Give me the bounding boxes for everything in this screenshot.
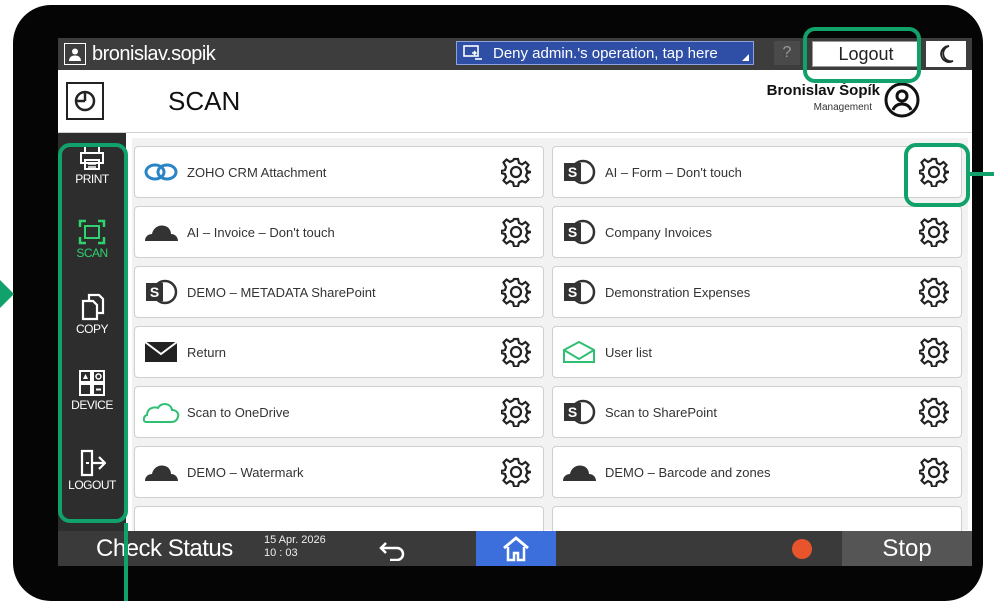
gear-icon[interactable] — [499, 215, 533, 249]
workflow-name: AI – Form – Don't touch — [605, 164, 742, 180]
app-home-icon[interactable] — [66, 82, 104, 120]
workflow-name: DEMO – Watermark — [187, 464, 304, 480]
logout-highlight — [803, 27, 921, 83]
sidebar-pointer-arrow-icon — [0, 280, 14, 308]
remote-screen-icon — [463, 45, 482, 60]
home-icon — [503, 535, 529, 561]
bottom-bar: Check Status 15 Apr. 2026 10 : 03 Stop — [58, 531, 972, 566]
workflow-name: ZOHO CRM Attachment — [187, 164, 327, 180]
gear-icon[interactable] — [499, 455, 533, 489]
time-text: 10 : 03 — [264, 547, 298, 559]
sharepoint-icon: S — [559, 397, 599, 427]
workflow-card[interactable]: S Demonstration Expenses — [552, 266, 962, 318]
sharepoint-icon: S — [559, 277, 599, 307]
workflow-card[interactable]: DEMO – Barcode and zones — [552, 446, 962, 498]
workflow-name: DEMO – METADATA SharePoint — [187, 284, 376, 300]
cloud-icon — [141, 457, 181, 487]
workflow-card[interactable]: User list — [552, 326, 962, 378]
sidebar-pointer-line — [124, 523, 128, 601]
workflow-card[interactable]: ZOHO CRM Attachment — [134, 146, 544, 198]
workflow-card[interactable]: DEMO – Watermark — [134, 446, 544, 498]
gear-pointer-line — [968, 172, 994, 176]
workflow-name: Scan to SharePoint — [605, 404, 718, 420]
deny-admin-operation-button[interactable]: Deny admin.'s operation, tap here — [456, 41, 754, 65]
back-arrow-icon — [379, 542, 405, 562]
cloud-icon — [141, 217, 181, 247]
date-text: 15 Apr. 2026 — [264, 534, 326, 546]
svg-text:S: S — [150, 284, 159, 300]
user-icon — [64, 43, 86, 65]
gear-icon[interactable] — [917, 395, 951, 429]
gear-icon[interactable] — [917, 275, 951, 309]
moon-icon — [940, 45, 954, 63]
workflow-card[interactable]: S Company Invoices — [552, 206, 962, 258]
avatar-icon — [884, 82, 920, 118]
date-time: 15 Apr. 2026 10 : 03 — [264, 534, 326, 560]
workflow-card[interactable]: Scan to OneDrive — [134, 386, 544, 438]
gear-highlight — [904, 143, 970, 207]
account-name: Bronislav Šopík — [766, 82, 880, 99]
workflow-name: Scan to OneDrive — [187, 404, 290, 420]
envelope-icon — [141, 337, 181, 367]
workflow-name: AI – Invoice – Don't touch — [187, 224, 335, 240]
account-role: Management — [813, 102, 872, 113]
envelope-icon — [559, 337, 599, 367]
gear-icon[interactable] — [499, 395, 533, 429]
svg-text:S: S — [568, 284, 577, 300]
stop-icon — [792, 539, 812, 559]
sharepoint-icon: S — [559, 157, 599, 187]
account-avatar[interactable] — [884, 82, 920, 118]
workflow-name: Company Invoices — [605, 224, 712, 240]
user-name: bronislav.sopik — [92, 42, 216, 65]
sidebar-highlight — [58, 143, 128, 523]
stop-button[interactable]: Stop — [842, 531, 972, 566]
workflow-grid: ZOHO CRM Attachment AI – Invoice – Don't… — [132, 138, 968, 536]
workflow-name: DEMO – Barcode and zones — [605, 464, 771, 480]
user-chip[interactable]: bronislav.sopik — [64, 42, 216, 66]
help-button[interactable]: ? — [774, 41, 800, 65]
home-button[interactable] — [476, 531, 556, 566]
corner-marker-icon — [742, 54, 749, 61]
gear-icon[interactable] — [917, 455, 951, 489]
onedrive-icon — [141, 397, 181, 427]
page-title: SCAN — [168, 86, 241, 116]
printer-screen: bronislav.sopik Deny admin.'s operation,… — [58, 38, 972, 566]
gear-icon[interactable] — [499, 335, 533, 369]
cloud-icon — [559, 457, 599, 487]
workflow-card[interactable]: S AI – Form – Don't touch — [552, 146, 962, 198]
zoho-icon — [141, 157, 181, 187]
svg-text:S: S — [568, 164, 577, 180]
workflow-card[interactable]: S Scan to SharePoint — [552, 386, 962, 438]
workflow-name: User list — [605, 344, 652, 360]
svg-text:S: S — [568, 404, 577, 420]
workflow-card[interactable]: Return — [134, 326, 544, 378]
svg-text:S: S — [568, 224, 577, 240]
workflow-name: Return — [187, 344, 227, 360]
sharepoint-icon: S — [559, 217, 599, 247]
workflow-card[interactable]: AI – Invoice – Don't touch — [134, 206, 544, 258]
gear-icon[interactable] — [499, 275, 533, 309]
back-button[interactable] — [376, 537, 412, 562]
sharepoint-icon: S — [141, 277, 181, 307]
deny-admin-label: Deny admin.'s operation, tap here — [493, 44, 718, 62]
dark-mode-button[interactable] — [926, 41, 966, 67]
gear-icon[interactable] — [499, 155, 533, 189]
workflow-card[interactable]: S DEMO – METADATA SharePoint — [134, 266, 544, 318]
workflow-name: Demonstration Expenses — [605, 284, 751, 300]
gear-icon[interactable] — [917, 335, 951, 369]
check-status-button[interactable]: Check Status — [96, 535, 233, 563]
gear-icon[interactable] — [917, 215, 951, 249]
